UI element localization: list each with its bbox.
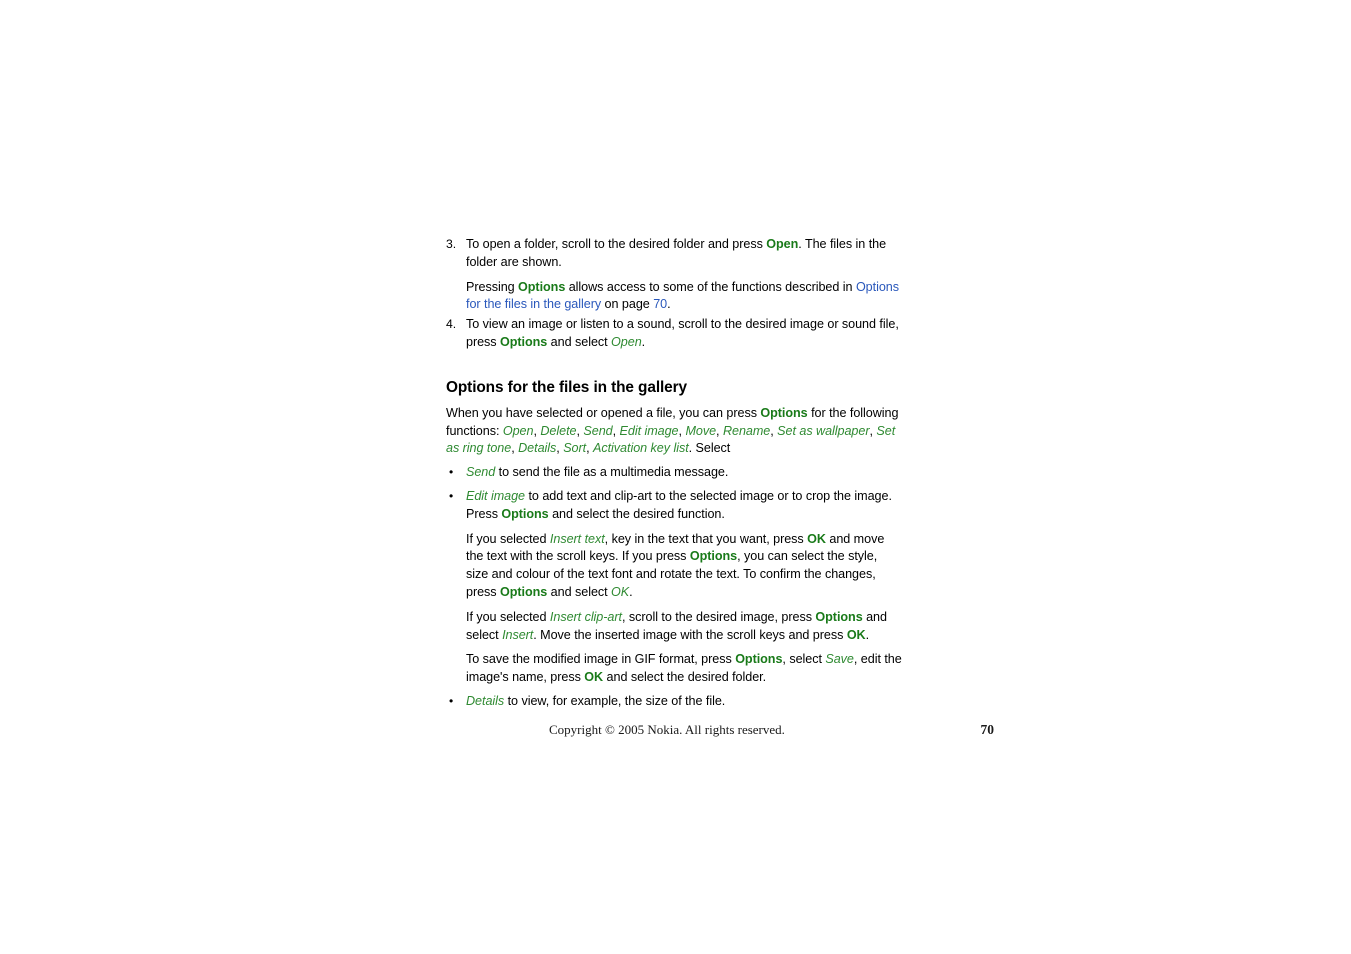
ui-key-label: Open [766,237,799,251]
numbered-step-item: 3. To open a folder, scroll to the desire… [446,236,902,314]
list-item: • Send to send the file as a multimedia m… [446,464,902,482]
document-page: 3. To open a folder, scroll to the desire… [0,0,1351,954]
ui-key-label: Options [760,405,808,420]
ui-menu-item: Open [611,334,642,349]
copyright-notice: Copyright © 2005 Nokia. All rights reser… [549,722,785,737]
list-item-subparagraph: If you selected Insert text, key in the … [466,531,885,599]
numbered-steps-list: 3. To open a folder, scroll to the desire… [446,236,902,352]
step-number: 3. [446,237,457,251]
step-text: To open a folder, scroll to the desired … [466,237,887,269]
list-item: • Details to view, for example, the size … [446,693,902,711]
ui-menu-item: Details [518,441,557,456]
ui-menu-item: Delete [540,423,577,438]
step-number: 4. [446,317,457,332]
ui-menu-item: Save [825,652,854,667]
ui-menu-item: Insert [502,627,534,642]
ui-key-label: Options [518,279,566,294]
step-text: To view an image or listen to a sound, s… [466,317,899,349]
ui-menu-item: OK [611,584,630,599]
list-item-text: Edit image to add text and clip-art to t… [466,488,892,521]
ui-key-label: Options [815,609,863,624]
ui-menu-item: Edit image [466,488,526,503]
list-item-subparagraph: To save the modified image in GIF format… [466,652,902,685]
ui-menu-item: Insert text [549,531,605,546]
numbered-step-item: 4. To view an image or listen to a sound,… [446,316,902,352]
bullet-icon: • [449,488,454,503]
ui-menu-item: Insert clip-art [549,609,622,624]
ui-key-label: Options [735,652,783,667]
ui-key-label: OK [807,531,826,546]
ui-key-label: OK [846,627,866,642]
ui-menu-item: Sort [563,441,587,456]
page-title: Options for the files in the gallery [446,378,687,396]
ui-key-label: Options [500,334,548,349]
list-item-text: Send to send the file as a multimedia me… [466,465,729,480]
ui-key-label: Options [689,549,738,564]
list-item: • Edit image to add text and clip-art to … [446,488,902,687]
section-intro-paragraph: When you have selected or opened a file,… [446,405,899,456]
ui-menu-item: Details [466,693,505,708]
page-content: 3. To open a folder, scroll to the desire… [446,236,902,711]
list-item-text: Details to view, for example, the size o… [466,693,726,708]
ui-menu-item: Send [583,423,613,438]
bullet-icon: • [449,465,454,480]
ui-menu-item: Set as wallpaper [777,423,870,438]
ui-menu-item: Open [502,423,534,438]
ui-key-label: Options [500,584,548,599]
ui-menu-item: Send [466,465,496,480]
ui-key-label: OK [584,670,604,685]
ui-menu-item: Move [685,423,717,438]
ui-menu-item: Edit image [619,423,679,438]
section-heading-wrapper: Options for the files in the gallery [446,378,902,398]
page-number: 70 [980,722,995,737]
ui-menu-item: Activation key list [593,441,689,456]
cross-reference-link[interactable]: 70 [653,297,667,311]
list-item-subparagraph: If you selected Insert clip-art, scroll … [466,609,887,642]
bullet-icon: • [449,693,454,708]
step-subparagraph: Pressing Options allows access to some o… [466,279,899,312]
options-bullet-list: • Send to send the file as a multimedia m… [446,464,902,711]
ui-menu-item: Rename [722,423,771,438]
ui-key-label: Options [501,506,549,521]
